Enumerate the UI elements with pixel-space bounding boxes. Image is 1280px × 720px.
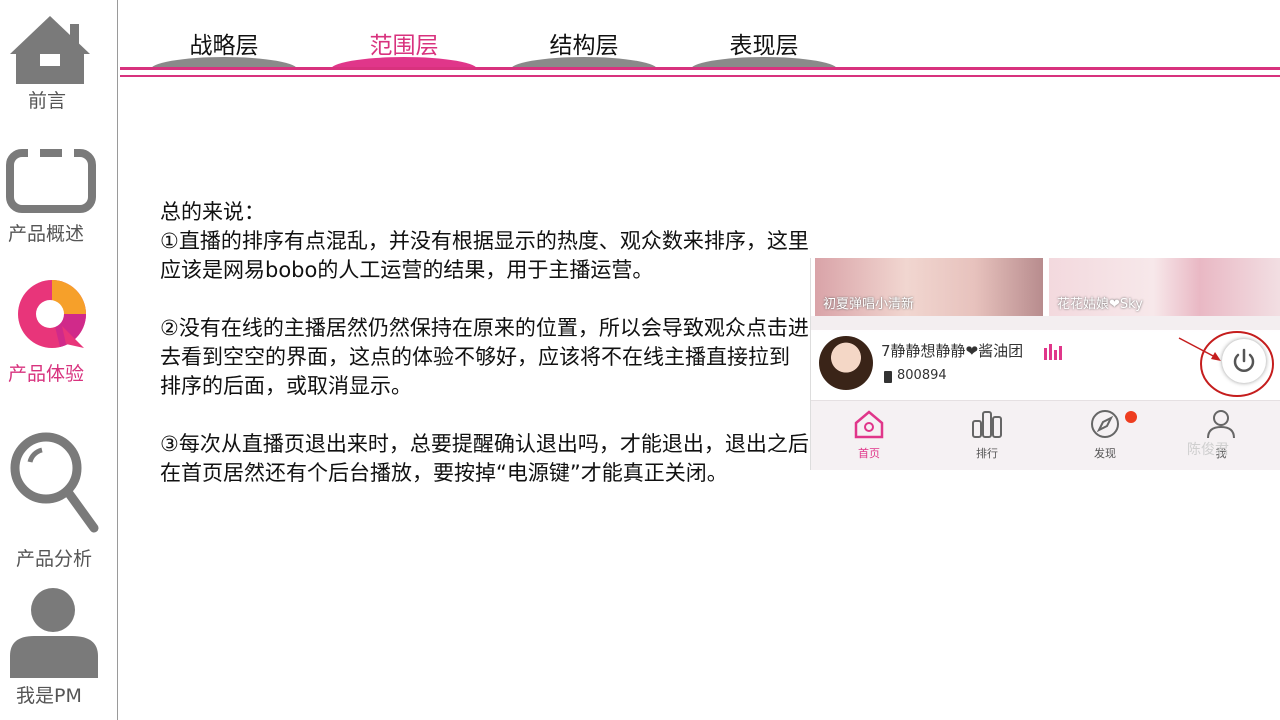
app-nav-label: 发现: [1094, 447, 1116, 460]
sidebar-item-pm[interactable]: 我是PM: [0, 588, 117, 713]
summary-text: 总的来说： ①直播的排序有点混乱，并没有根据显示的热度、观众数来排序，这里应该是…: [160, 198, 810, 488]
tab-label: 范围层: [369, 33, 439, 59]
sidebar-item-label: 产品体验: [8, 363, 85, 385]
app-screenshot: 初夏弹唱小清新 花花姑娘❤Sky 7静静想静静❤酱油团 800894 首页 排行…: [810, 258, 1280, 470]
app-nav-label: 排行: [976, 447, 998, 460]
live-thumbnail[interactable]: 花花姑娘❤Sky: [1049, 258, 1280, 316]
ranking-icon: [972, 411, 1002, 438]
app-bottom-nav: 首页 排行 发现 我 陈俊君: [811, 400, 1280, 470]
sidebar-item-preface[interactable]: 前言: [0, 10, 117, 112]
app-nav-discover[interactable]: 发现: [1075, 409, 1137, 461]
tab-scope[interactable]: 范围层: [330, 26, 480, 70]
sidebar-item-label: 产品概述: [8, 223, 85, 245]
home-outline-icon: [854, 410, 884, 439]
tab-presentation[interactable]: 表现层: [690, 26, 840, 70]
tab-strategy[interactable]: 战略层: [150, 26, 300, 70]
sidebar-item-label: 前言: [28, 90, 67, 112]
avatar: [819, 336, 873, 390]
notification-dot: [1125, 411, 1137, 423]
app-nav-home[interactable]: 首页: [839, 409, 899, 461]
summary-point-1: ①直播的排序有点混乱，并没有根据显示的热度、观众数来排序，这里应该是网易bobo…: [160, 229, 809, 282]
sidebar-item-label: 我是PM: [16, 685, 82, 707]
sidebar-item-overview[interactable]: 产品概述: [0, 145, 117, 250]
watermark: 陈俊君: [1187, 442, 1229, 458]
tab-label: 结构层: [549, 33, 619, 59]
app-nav-label: 首页: [858, 447, 880, 460]
summary-heading: 总的来说：: [160, 200, 265, 224]
sidebar: 前言 产品概述 产品体验 产品分析 我是PM: [0, 0, 118, 720]
summary-point-3: ③每次从直播页退出来时，总要提醒确认退出吗，才能退出，退出之后在首页居然还有个后…: [160, 432, 809, 485]
header-divider-bottom: [120, 75, 1280, 77]
room-icon: [884, 371, 892, 383]
summary-point-2: ②没有在线的主播居然仍然保持在原来的位置，所以会导致观众点击进去看到空空的界面，…: [160, 316, 809, 398]
compass-icon: [1091, 410, 1119, 438]
thumbnail-caption: 花花姑娘❤Sky: [1057, 297, 1143, 312]
person-icon: [10, 588, 98, 678]
header-divider-top: [120, 67, 1280, 70]
audio-level-icon: [1044, 344, 1062, 360]
sidebar-item-analysis[interactable]: 产品分析: [0, 428, 117, 573]
app-logo-icon: [18, 280, 86, 348]
power-icon: [1233, 348, 1255, 372]
room-id: 800894: [897, 368, 947, 383]
anchor-name: 7静静想静静❤酱油团: [881, 342, 1024, 360]
tab-label: 表现层: [729, 33, 799, 59]
app-nav-ranking[interactable]: 排行: [957, 409, 1017, 461]
magnifier-icon: [10, 432, 99, 533]
tab-label: 战略层: [189, 33, 259, 59]
tab-structure[interactable]: 结构层: [510, 26, 660, 70]
sidebar-item-label: 产品分析: [16, 548, 93, 570]
tv-icon: [6, 147, 96, 213]
mini-player[interactable]: 7静静想静静❤酱油团 800894: [811, 330, 1280, 400]
thumbnail-caption: 初夏弹唱小清新: [823, 297, 915, 312]
power-button[interactable]: [1222, 339, 1266, 383]
sidebar-item-experience[interactable]: 产品体验: [0, 278, 117, 388]
user-outline-icon: [1207, 410, 1235, 439]
home-icon: [10, 16, 90, 84]
live-thumbnail[interactable]: 初夏弹唱小清新: [815, 258, 1043, 316]
